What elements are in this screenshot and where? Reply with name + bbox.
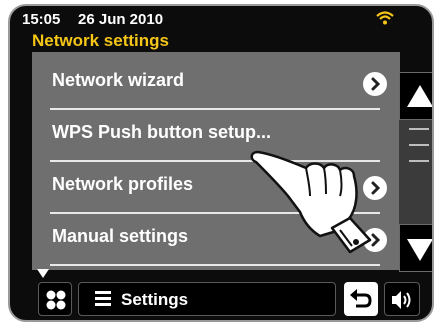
wifi-icon bbox=[376, 11, 394, 25]
scroll-thumb-line bbox=[409, 128, 429, 130]
back-button[interactable] bbox=[344, 282, 378, 316]
scroll-down-button[interactable] bbox=[399, 224, 432, 272]
menu-item-label: Manual settings bbox=[52, 226, 189, 246]
scroll-track[interactable] bbox=[399, 120, 432, 224]
scroll-up-icon bbox=[407, 85, 432, 107]
pointing-hand-icon bbox=[250, 150, 372, 254]
scroll-up-button[interactable] bbox=[399, 72, 432, 120]
home-grid-icon bbox=[46, 290, 66, 310]
scrollbar[interactable] bbox=[399, 72, 432, 272]
menu-item-label: WPS Push button setup... bbox=[52, 122, 271, 142]
chevron-right-icon[interactable] bbox=[363, 72, 387, 96]
menu-item-label: Network wizard bbox=[52, 70, 185, 90]
back-icon bbox=[350, 289, 372, 308]
scroll-down-icon bbox=[407, 239, 432, 261]
scroll-thumb-line bbox=[409, 144, 429, 146]
bottom-bar: Settings bbox=[10, 282, 432, 320]
menu-item-label: Network profiles bbox=[52, 174, 194, 194]
menu-item-network-wizard[interactable]: Network wizard bbox=[32, 58, 400, 110]
volume-button[interactable] bbox=[384, 282, 420, 316]
list-icon bbox=[95, 291, 111, 307]
more-down-icon bbox=[37, 269, 49, 278]
menu-button-label: Settings bbox=[121, 290, 189, 309]
status-date: 26 Jun 2010 bbox=[78, 11, 164, 28]
page-title: Network settings bbox=[32, 31, 169, 50]
home-button[interactable] bbox=[38, 282, 72, 316]
scroll-thumb-line bbox=[409, 160, 429, 162]
status-bar: 15:05 26 Jun 2010 bbox=[10, 6, 432, 30]
volume-icon bbox=[392, 291, 411, 309]
radio-screen: 15:05 26 Jun 2010 Network settings Netwo… bbox=[8, 4, 434, 322]
divider bbox=[50, 264, 380, 266]
status-time: 15:05 bbox=[22, 11, 61, 28]
menu-button[interactable]: Settings bbox=[78, 282, 336, 316]
